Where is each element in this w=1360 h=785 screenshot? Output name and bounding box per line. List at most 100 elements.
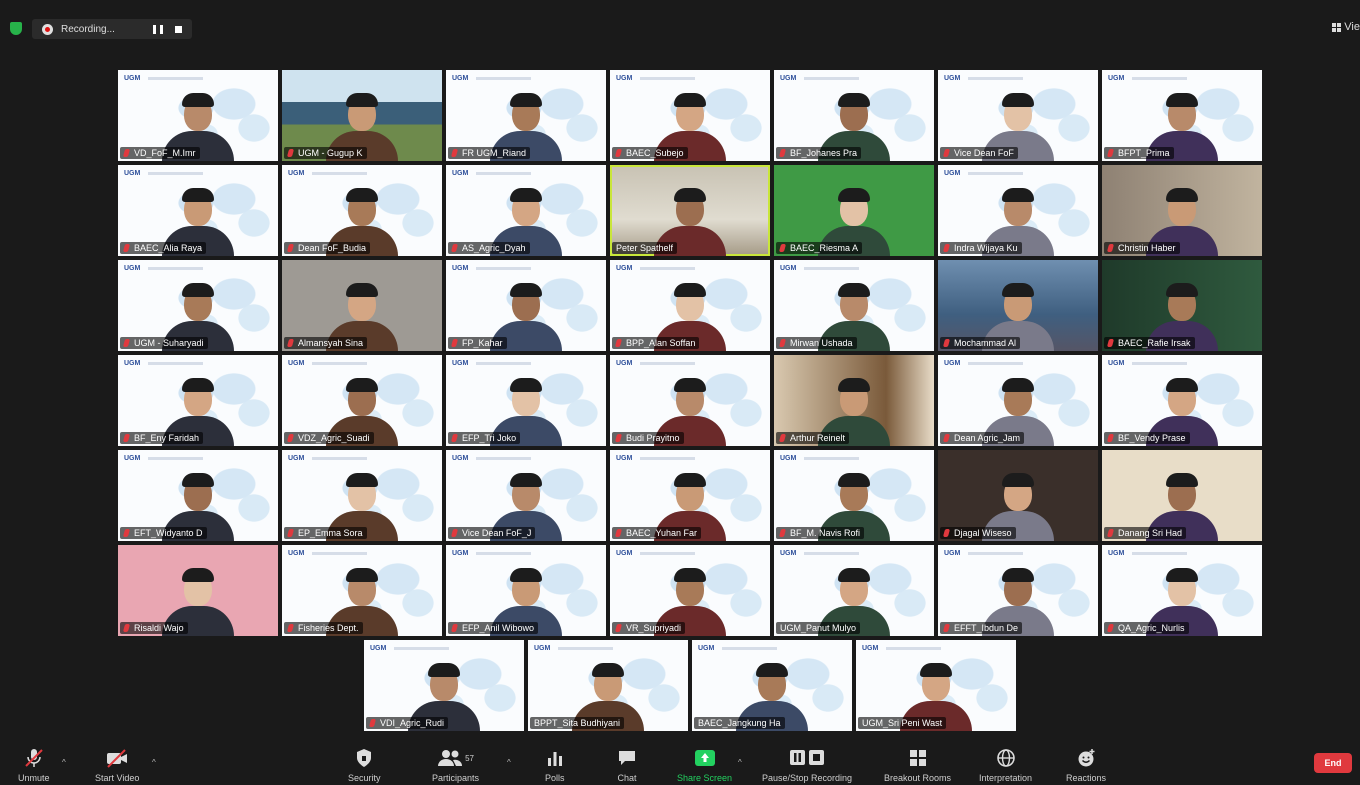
participant-tile[interactable]: Almansyah Sina [282, 260, 442, 351]
participant-tile[interactable]: UGM FR UGM_Riand [446, 70, 606, 161]
pause-stop-recording-button[interactable]: Pause/Stop Recording [762, 747, 852, 783]
participant-hair [346, 188, 378, 202]
participant-tile[interactable]: UGM Dean Agric_Jam [938, 355, 1098, 446]
participant-tile[interactable]: Danang Sri Had [1102, 450, 1262, 541]
participant-name-label: BAEC_Jangkung Ha [694, 717, 785, 729]
start-video-button[interactable]: Start Video [95, 747, 139, 783]
participant-tile[interactable]: UGM UGM_Panut Mulyo [774, 545, 934, 636]
participant-tile[interactable]: UGM Vice Dean FoF [938, 70, 1098, 161]
participant-name: Peter Spathelf [616, 243, 674, 253]
participant-tile[interactable]: UGM BAEC_Alia Raya [118, 165, 278, 256]
participant-tile[interactable]: UGM BAEC_Jangkung Ha [692, 640, 852, 731]
polls-button[interactable]: Polls [545, 747, 565, 783]
muted-mic-icon [450, 624, 459, 632]
participants-options-caret-icon[interactable]: ^ [507, 758, 511, 767]
participant-tile[interactable]: UGM EFP_Anil Wibowo [446, 545, 606, 636]
security-button[interactable]: Security [348, 747, 381, 783]
reactions-button[interactable]: Reactions [1066, 747, 1106, 783]
participant-name-label: VDZ_Agric_Suadi [284, 432, 374, 444]
participant-tile[interactable]: UGM Mirwan Ushada [774, 260, 934, 351]
participant-tile[interactable]: UGM Fisheries Dept. [282, 545, 442, 636]
participant-tile[interactable]: UGM Budi Prayitno [610, 355, 770, 446]
audio-options-caret-icon[interactable]: ^ [62, 758, 66, 767]
view-button[interactable]: Vie [1332, 21, 1360, 33]
muted-mic-icon [1106, 434, 1115, 442]
participant-tile[interactable]: UGM AS_Agric_Dyah [446, 165, 606, 256]
participant-tile[interactable]: UGM Dean FoF_Budia [282, 165, 442, 256]
muted-mic-icon [1106, 339, 1115, 347]
chat-label: Chat [617, 773, 637, 783]
participant-tile[interactable]: UGM VDZ_Agric_Suadi [282, 355, 442, 446]
slide-header-line [476, 552, 531, 555]
chat-button[interactable]: Chat [617, 747, 637, 783]
participant-tile[interactable]: UGM UGM - Suharyadi [118, 260, 278, 351]
participant-tile[interactable]: UGM UGM_Sri Peni Wast [856, 640, 1016, 731]
video-options-caret-icon[interactable]: ^ [152, 758, 156, 767]
participant-tile[interactable]: UGM BAEC_Yuhan Far [610, 450, 770, 541]
participant-name: QA_Agric_Nurlis [1118, 623, 1185, 633]
participant-tile[interactable]: UGM EP_Emma Sora [282, 450, 442, 541]
participant-tile[interactable]: UGM BF_Eny Faridah [118, 355, 278, 446]
interpretation-button[interactable]: Interpretation [979, 747, 1032, 783]
participant-tile[interactable]: UGM BPP_Alan Soffan [610, 260, 770, 351]
muted-mic-icon [450, 434, 459, 442]
participant-tile[interactable]: Arthur Reinelt [774, 355, 934, 446]
participant-tile[interactable]: BAEC_Riesma A [774, 165, 934, 256]
slide-header-line [968, 172, 1023, 175]
ugm-logo: UGM [288, 360, 305, 367]
participant-tile[interactable]: UGM EFFT_Ibdun De [938, 545, 1098, 636]
participant-tile[interactable]: Djagal Wiseso [938, 450, 1098, 541]
participant-name-label: VDI_Agric_Rudi [366, 717, 449, 729]
muted-mic-icon [368, 719, 377, 727]
share-screen-button[interactable]: Share Screen [677, 747, 732, 783]
participant-tile[interactable]: UGM Indra Wijaya Ku [938, 165, 1098, 256]
participant-tile[interactable]: UGM BAEC_Subejo [610, 70, 770, 161]
participant-name: VR_Supriyadi [626, 623, 682, 633]
participant-hair [674, 568, 706, 582]
pause-recording-icon[interactable] [153, 24, 163, 34]
share-screen-label: Share Screen [677, 773, 733, 783]
participant-tile[interactable]: UGM VR_Supriyadi [610, 545, 770, 636]
ugm-logo: UGM [780, 265, 797, 272]
pause-stop-icon [789, 747, 825, 769]
participant-tile[interactable]: UGM Vice Dean FoF_J [446, 450, 606, 541]
participant-tile[interactable]: BAEC_Rafie Irsak [1102, 260, 1262, 351]
participant-tile[interactable]: UGM BPPT_Sita Budhiyani [528, 640, 688, 731]
slide-header-line [640, 77, 695, 80]
security-shield-icon[interactable] [10, 22, 22, 35]
participant-tile[interactable]: UGM FP_Kahar [446, 260, 606, 351]
participant-tile[interactable]: UGM VDI_Agric_Rudi [364, 640, 524, 731]
participant-tile[interactable]: Risaldi Wajo [118, 545, 278, 636]
slide-header-line [476, 77, 531, 80]
end-meeting-button[interactable]: End [1314, 753, 1352, 773]
participant-tile[interactable]: UGM EFP_Tri Joko [446, 355, 606, 446]
unmute-button[interactable]: Unmute [18, 747, 50, 783]
participant-tile[interactable]: UGM BF_Johanes Pra [774, 70, 934, 161]
participant-tile[interactable]: UGM VD_FoF_M.Imr [118, 70, 278, 161]
participant-tile[interactable]: Christin Haber [1102, 165, 1262, 256]
participant-tile[interactable]: UGM BFPT_Prima [1102, 70, 1262, 161]
participant-tile[interactable]: UGM - Gugup K [282, 70, 442, 161]
breakout-rooms-button[interactable]: Breakout Rooms [884, 747, 951, 783]
participant-tile[interactable]: UGM QA_Agric_Nurlis [1102, 545, 1262, 636]
recording-label: Recording... [61, 23, 115, 35]
participant-name: EFT_Widyanto D [134, 528, 203, 538]
participant-name-label: BF_Vendy Prase [1104, 432, 1190, 444]
participant-tile[interactable]: Mochammad Al [938, 260, 1098, 351]
participant-name-label: FP_Kahar [448, 337, 507, 349]
participant-hair [1002, 93, 1034, 107]
participant-tile[interactable]: UGM BF_M. Navis Rofi [774, 450, 934, 541]
participant-tile[interactable]: UGM EFT_Widyanto D [118, 450, 278, 541]
muted-mic-icon [778, 434, 787, 442]
participant-tile[interactable]: Peter Spathelf [610, 165, 770, 256]
ugm-logo: UGM [1108, 75, 1125, 82]
participant-name-label: QA_Agric_Nurlis [1104, 622, 1189, 634]
participant-name: BF_Vendy Prase [1118, 433, 1186, 443]
participants-button[interactable]: 57 Participants [432, 747, 479, 783]
participant-name: Indra Wijaya Ku [954, 243, 1018, 253]
muted-mic-icon [778, 244, 787, 252]
stop-recording-icon[interactable] [175, 25, 182, 33]
participant-tile[interactable]: UGM BF_Vendy Prase [1102, 355, 1262, 446]
share-options-caret-icon[interactable]: ^ [738, 758, 742, 767]
slide-header-line [968, 77, 1023, 80]
